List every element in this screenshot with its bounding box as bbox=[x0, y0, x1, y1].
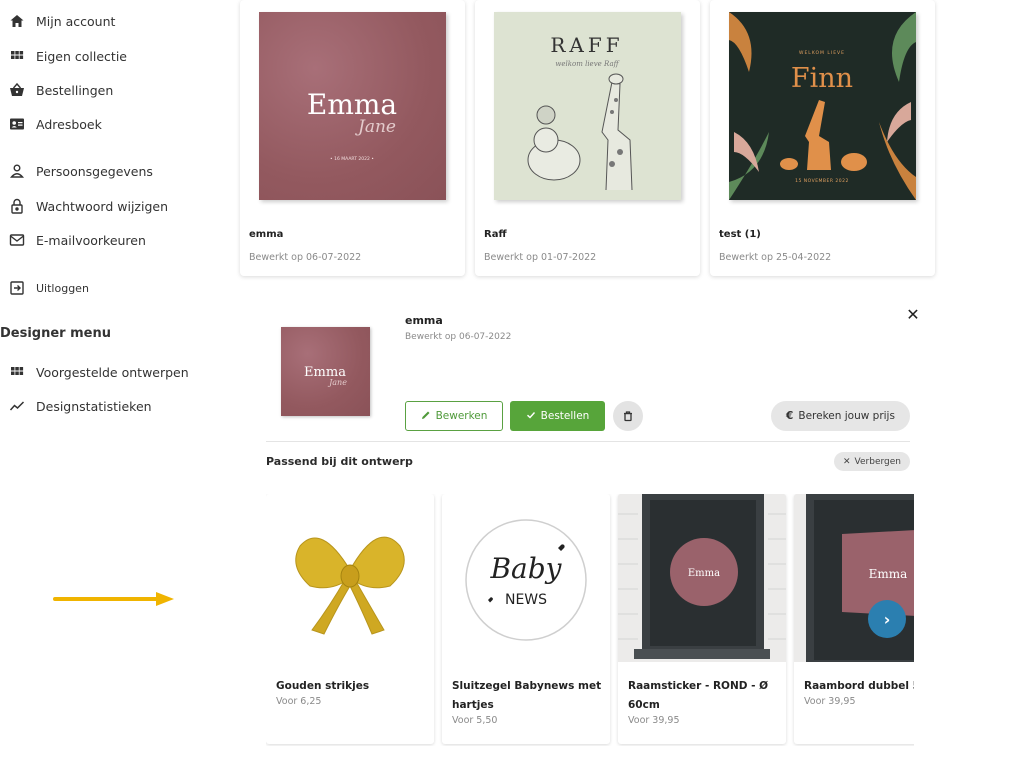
design-name: emma bbox=[249, 229, 284, 240]
annotation-arrow-icon bbox=[52, 589, 178, 613]
card-script: welkom lieve Raff bbox=[555, 60, 619, 68]
basket-icon bbox=[8, 81, 26, 99]
product-price: Voor 5,50 bbox=[452, 715, 498, 726]
carousel-next-button[interactable]: › bbox=[868, 600, 906, 638]
edit-button-label: Bewerken bbox=[435, 410, 488, 422]
euro-icon: € bbox=[786, 410, 794, 422]
sticker-text: Emma bbox=[688, 568, 720, 579]
pencil-icon bbox=[421, 410, 436, 423]
hide-button-label: Verbergen bbox=[854, 456, 901, 467]
card-title: Finn bbox=[791, 63, 853, 94]
detail-thumbnail: Emma Jane bbox=[281, 327, 370, 416]
sidebar-item-mijn-account[interactable]: Mijn account bbox=[8, 10, 115, 32]
sidebar-item-eigen-collectie[interactable]: Eigen collectie bbox=[8, 45, 127, 67]
sidebar-item-label: Adresboek bbox=[36, 116, 102, 132]
design-thumbnail-raff: RAFF welkom lieve Raff bbox=[494, 12, 681, 200]
sidebar-item-persoonsgegevens[interactable]: Persoonsgegevens bbox=[8, 160, 153, 182]
product-price: Voor 6,25 bbox=[276, 696, 322, 707]
card-title: RAFF bbox=[550, 33, 623, 57]
design-date: Bewerkt op 06-07-2022 bbox=[249, 252, 362, 263]
order-button-label: Bestellen bbox=[540, 410, 590, 422]
person-icon bbox=[8, 162, 26, 180]
trash-icon bbox=[622, 407, 634, 426]
sidebar-item-label: Bestellingen bbox=[36, 82, 114, 98]
order-button[interactable]: Bestellen bbox=[510, 401, 605, 431]
product-carousel: Gouden strikjes Voor 6,25 Baby NEWS Slui… bbox=[266, 494, 914, 746]
sidebar-item-bestellingen[interactable]: Bestellingen bbox=[8, 79, 113, 101]
sidebar-item-wachtwoord[interactable]: Wachtwoord wijzigen bbox=[8, 195, 168, 217]
design-card-emma[interactable]: Emma Jane • 16 MAART 2022 • emma Bewerkt… bbox=[240, 0, 465, 276]
product-name: Sluitzegel Babynews met hartjes bbox=[452, 680, 602, 711]
design-name: test (1) bbox=[719, 229, 761, 240]
product-name: Gouden strikjes bbox=[276, 680, 370, 692]
detail-design-date: Bewerkt op 06-07-2022 bbox=[405, 332, 512, 342]
checkmark-icon bbox=[526, 410, 541, 423]
card-script: Jane bbox=[355, 117, 396, 137]
detail-design-name: emma bbox=[405, 314, 443, 327]
product-image-seal: Baby NEWS bbox=[442, 494, 610, 662]
close-icon: ✕ bbox=[843, 456, 851, 467]
board-text: Emma bbox=[869, 567, 908, 581]
card-date: • 16 MAART 2022 • bbox=[330, 156, 374, 162]
design-date: Bewerkt op 01-07-2022 bbox=[484, 252, 597, 263]
close-icon[interactable]: ✕ bbox=[904, 305, 922, 324]
product-card[interactable]: Emma Raamsticker - ROND - Ø 60cm Voor 39… bbox=[618, 494, 786, 744]
sidebar-item-designstatistieken[interactable]: Designstatistieken bbox=[8, 395, 152, 417]
matching-products-title: Passend bij dit ontwerp bbox=[266, 455, 413, 468]
thumb-script: Jane bbox=[327, 378, 347, 387]
product-card[interactable]: Baby NEWS Sluitzegel Babynews met hartje… bbox=[442, 494, 610, 744]
mail-icon bbox=[8, 231, 26, 249]
designer-menu-title: Designer menu bbox=[0, 326, 111, 341]
sidebar-item-label: Eigen collectie bbox=[36, 48, 127, 64]
product-price: Voor 39,95 bbox=[628, 715, 680, 726]
divider bbox=[266, 441, 910, 442]
product-card[interactable]: Gouden strikjes Voor 6,25 bbox=[266, 494, 434, 744]
contact-card-icon bbox=[8, 115, 26, 133]
design-thumbnail-emma: Emma Jane • 16 MAART 2022 • bbox=[259, 12, 446, 200]
product-name: Raamsticker - ROND - Ø 60cm bbox=[628, 680, 769, 711]
logout-icon bbox=[8, 279, 26, 297]
seal-text: NEWS bbox=[505, 592, 547, 608]
calculate-price-label: Bereken jouw prijs bbox=[798, 410, 895, 422]
edit-button[interactable]: Bewerken bbox=[405, 401, 503, 431]
calculate-price-button[interactable]: € Bereken jouw prijs bbox=[771, 401, 910, 431]
card-welcome: WELKOM LIEVE bbox=[799, 50, 845, 56]
product-image-window-board: Emma bbox=[794, 494, 914, 662]
grid-icon bbox=[8, 47, 26, 65]
grid-icon bbox=[8, 363, 26, 381]
sidebar-item-adresboek[interactable]: Adresboek bbox=[8, 113, 102, 135]
seal-script: Baby bbox=[489, 552, 562, 585]
sidebar-item-emailvoorkeuren[interactable]: E-mailvoorkeuren bbox=[8, 229, 146, 251]
design-card-raff[interactable]: RAFF welkom lieve Raff Raff Bewerkt op 0… bbox=[475, 0, 700, 276]
product-name: Raambord dubbel 5 bbox=[804, 680, 914, 692]
product-price: Voor 39,95 bbox=[804, 696, 856, 707]
design-card-test[interactable]: WELKOM LIEVE Finn 15 NOVEMBER 2022 test … bbox=[710, 0, 935, 276]
sidebar-item-label: Mijn account bbox=[36, 13, 116, 29]
card-date: 15 NOVEMBER 2022 bbox=[795, 178, 849, 184]
sidebar-item-uitloggen[interactable]: Uitloggen bbox=[8, 277, 89, 299]
sidebar-item-label: Persoonsgegevens bbox=[36, 163, 153, 179]
sidebar-item-label: Designstatistieken bbox=[36, 398, 152, 414]
product-image-window-sticker: Emma bbox=[618, 494, 786, 662]
design-name: Raff bbox=[484, 229, 507, 240]
sidebar-item-label: E-mailvoorkeuren bbox=[36, 232, 146, 248]
hide-button[interactable]: ✕ Verbergen bbox=[834, 452, 910, 471]
trend-line-icon bbox=[8, 397, 26, 415]
delete-button[interactable] bbox=[613, 401, 643, 431]
sidebar-item-label: Wachtwoord wijzigen bbox=[36, 198, 169, 214]
sidebar: Mijn account Eigen collectie Bestellinge… bbox=[0, 0, 230, 770]
lock-icon bbox=[8, 197, 26, 215]
sidebar-item-voorgestelde-ontwerpen[interactable]: Voorgestelde ontwerpen bbox=[8, 361, 189, 383]
design-thumbnail-finn: WELKOM LIEVE Finn 15 NOVEMBER 2022 bbox=[729, 12, 916, 200]
product-image-bow bbox=[266, 494, 434, 662]
design-date: Bewerkt op 25-04-2022 bbox=[719, 252, 832, 263]
sidebar-item-label: Uitloggen bbox=[36, 281, 89, 295]
home-icon bbox=[8, 12, 26, 30]
sidebar-item-label: Voorgestelde ontwerpen bbox=[36, 364, 189, 380]
